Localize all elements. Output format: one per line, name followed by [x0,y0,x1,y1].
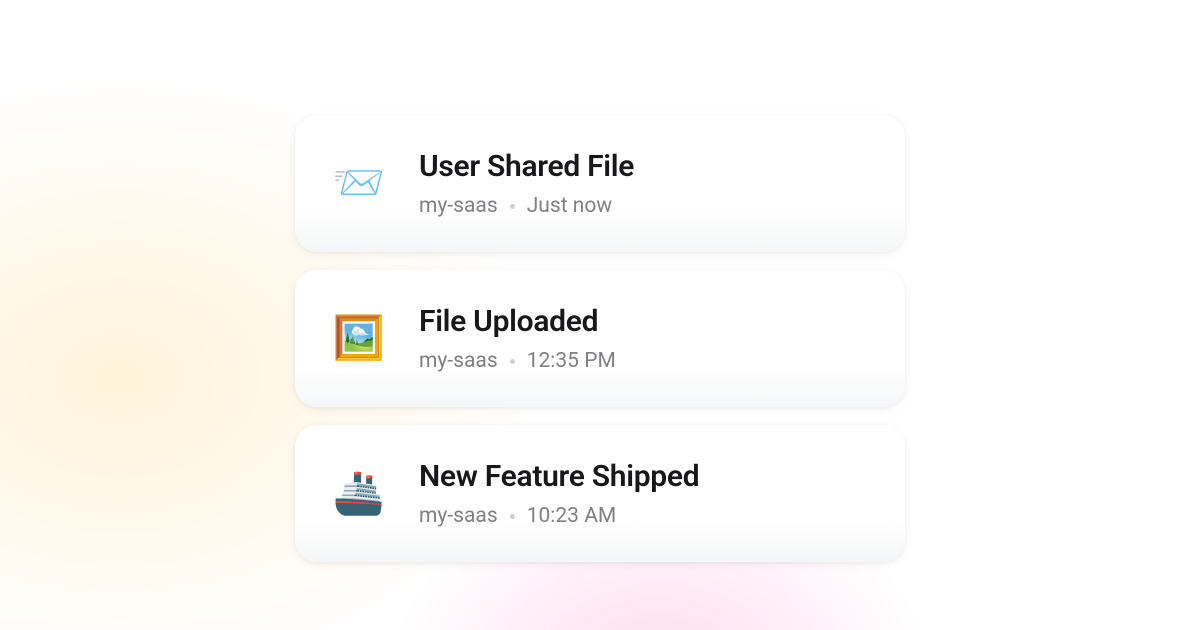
notification-icon-glyph: 🖼️ [333,318,385,360]
incoming-envelope-icon: 📨 [329,154,389,214]
notification-content: File Uploaded my-saas 12:35 PM [419,304,616,373]
notification-title: User Shared File [419,149,634,184]
notification-title: New Feature Shipped [419,459,699,494]
notification-icon-glyph: 📨 [333,163,385,205]
notification-title: File Uploaded [419,304,616,339]
framed-picture-icon: 🖼️ [329,309,389,369]
notification-content: New Feature Shipped my-saas 10:23 AM [419,459,699,528]
notification-card[interactable]: 📨 User Shared File my-saas Just now [295,115,905,252]
notification-list: 📨 User Shared File my-saas Just now 🖼️ F… [295,115,905,562]
notification-project: my-saas [419,504,498,528]
notification-card[interactable]: 🖼️ File Uploaded my-saas 12:35 PM [295,270,905,407]
notification-time: Just now [527,194,612,218]
notification-project: my-saas [419,349,498,373]
separator-dot [510,359,515,364]
notification-meta: my-saas 12:35 PM [419,349,616,373]
separator-dot [510,514,515,519]
notification-time: 12:35 PM [527,349,616,373]
separator-dot [510,204,515,209]
notification-card[interactable]: 🚢 New Feature Shipped my-saas 10:23 AM [295,425,905,562]
notification-meta: my-saas 10:23 AM [419,504,699,528]
notification-time: 10:23 AM [527,504,617,528]
notification-icon-glyph: 🚢 [333,473,385,515]
notification-content: User Shared File my-saas Just now [419,149,634,218]
notification-meta: my-saas Just now [419,194,634,218]
ship-icon: 🚢 [329,464,389,524]
notification-project: my-saas [419,194,498,218]
